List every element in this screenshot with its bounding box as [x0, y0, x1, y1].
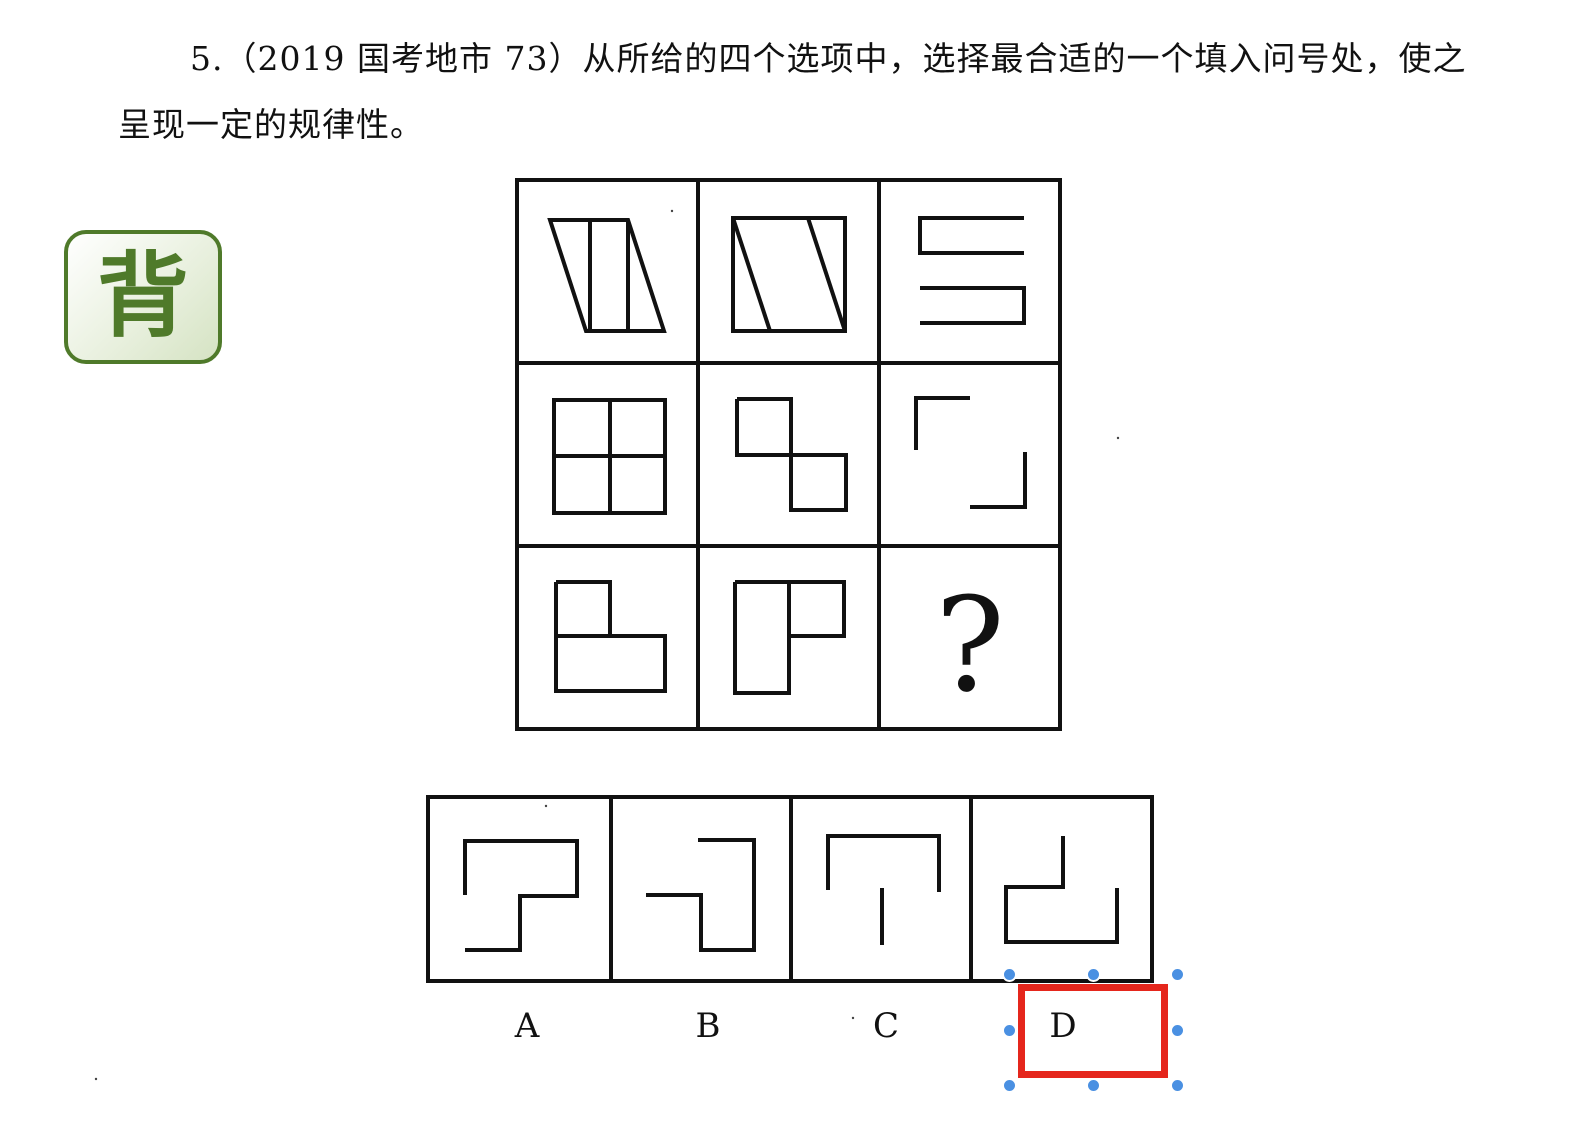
- resize-handle-bottom-left[interactable]: [1002, 1078, 1017, 1093]
- option-c-figure[interactable]: [826, 834, 941, 945]
- grid-cell-1-3: [918, 216, 1026, 325]
- answer-selection-box[interactable]: [1018, 984, 1168, 1078]
- question-mark-cell: ?: [935, 569, 1005, 721]
- grid-cell-2-2: [735, 397, 848, 512]
- grid-cell-3-2: [733, 580, 846, 695]
- grid-cell-2-3: [914, 396, 1027, 509]
- resize-handle-bottom[interactable]: [1086, 1078, 1101, 1093]
- option-label-c[interactable]: C: [856, 1004, 916, 1048]
- grid-cell-2-1: [552, 398, 667, 515]
- resize-handle-top-left[interactable]: [1002, 967, 1017, 982]
- option-label-b[interactable]: B: [678, 1004, 738, 1048]
- grid-cell-3-1: [554, 580, 667, 693]
- resize-handle-top-right[interactable]: [1170, 967, 1185, 982]
- resize-handle-bottom-right[interactable]: [1170, 1078, 1185, 1093]
- option-label-a[interactable]: A: [497, 1004, 557, 1048]
- option-b-figure[interactable]: [646, 838, 756, 952]
- option-d-figure[interactable]: [1004, 836, 1119, 944]
- figure-canvas: ?: [94, 178, 1154, 1081]
- grid-cell-1-2: [731, 216, 847, 333]
- option-a-figure[interactable]: [463, 839, 579, 952]
- resize-handle-top[interactable]: [1086, 967, 1101, 982]
- question-mark: ?: [935, 569, 1005, 721]
- resize-handle-right[interactable]: [1170, 1023, 1185, 1038]
- resize-handle-left[interactable]: [1002, 1023, 1017, 1038]
- grid-cell-1-1: [547, 218, 667, 333]
